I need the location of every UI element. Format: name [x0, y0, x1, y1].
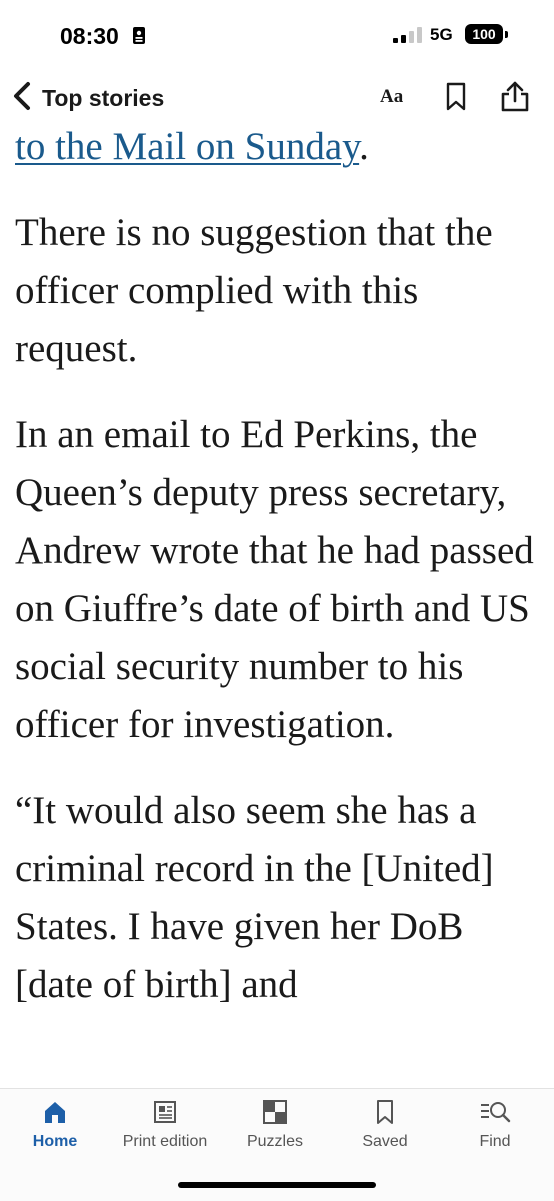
home-icon [0, 1099, 110, 1125]
id-card-icon [133, 27, 145, 49]
tab-puzzles[interactable]: Puzzles [220, 1099, 330, 1159]
search-icon [440, 1099, 550, 1125]
status-time: 08:30 [60, 23, 119, 49]
bookmark-icon [330, 1099, 440, 1125]
article-nav-bar: Top stories Aa [0, 72, 554, 122]
home-indicator [178, 1182, 376, 1188]
text-size-button[interactable]: Aa [380, 86, 403, 108]
tab-home[interactable]: Home [0, 1099, 110, 1159]
battery-tip [505, 31, 508, 38]
signal-icon [393, 27, 423, 48]
link-suffix: . [359, 125, 369, 168]
article-paragraph: In an email to Ed Perkins, the Queen’s d… [15, 413, 534, 746]
tab-label: Find [479, 1133, 511, 1150]
back-label: Top stories [42, 84, 165, 111]
puzzle-icon [220, 1099, 330, 1125]
back-button[interactable]: Top stories [12, 78, 164, 118]
article-paragraph: “It would also seem she has a criminal r… [15, 789, 494, 1006]
status-bar: 08:30 5G 100 [0, 0, 554, 72]
newspaper-icon [110, 1099, 220, 1125]
tab-saved[interactable]: Saved [330, 1099, 440, 1159]
tab-label: Saved [362, 1133, 408, 1150]
tab-label: Puzzles [246, 1133, 304, 1150]
tab-find[interactable]: Find [440, 1099, 550, 1159]
article-paragraph: There is no suggestion that the officer … [15, 211, 493, 370]
tab-print-edition[interactable]: Print edition [110, 1099, 220, 1159]
share-icon[interactable] [500, 80, 530, 117]
article-body: to the Mail on Sunday. There is no sugge… [15, 118, 545, 1088]
network-label: 5G [430, 25, 453, 44]
battery-indicator: 100 [465, 24, 503, 44]
mail-on-sunday-link[interactable]: to the Mail on Sunday [15, 125, 359, 168]
article-paragraph: to the Mail on Sunday. [15, 118, 545, 176]
bookmark-icon[interactable] [444, 82, 468, 117]
tab-label: Print edition [122, 1133, 208, 1150]
tab-label: Home [32, 1133, 78, 1150]
chevron-left-icon [12, 81, 32, 116]
